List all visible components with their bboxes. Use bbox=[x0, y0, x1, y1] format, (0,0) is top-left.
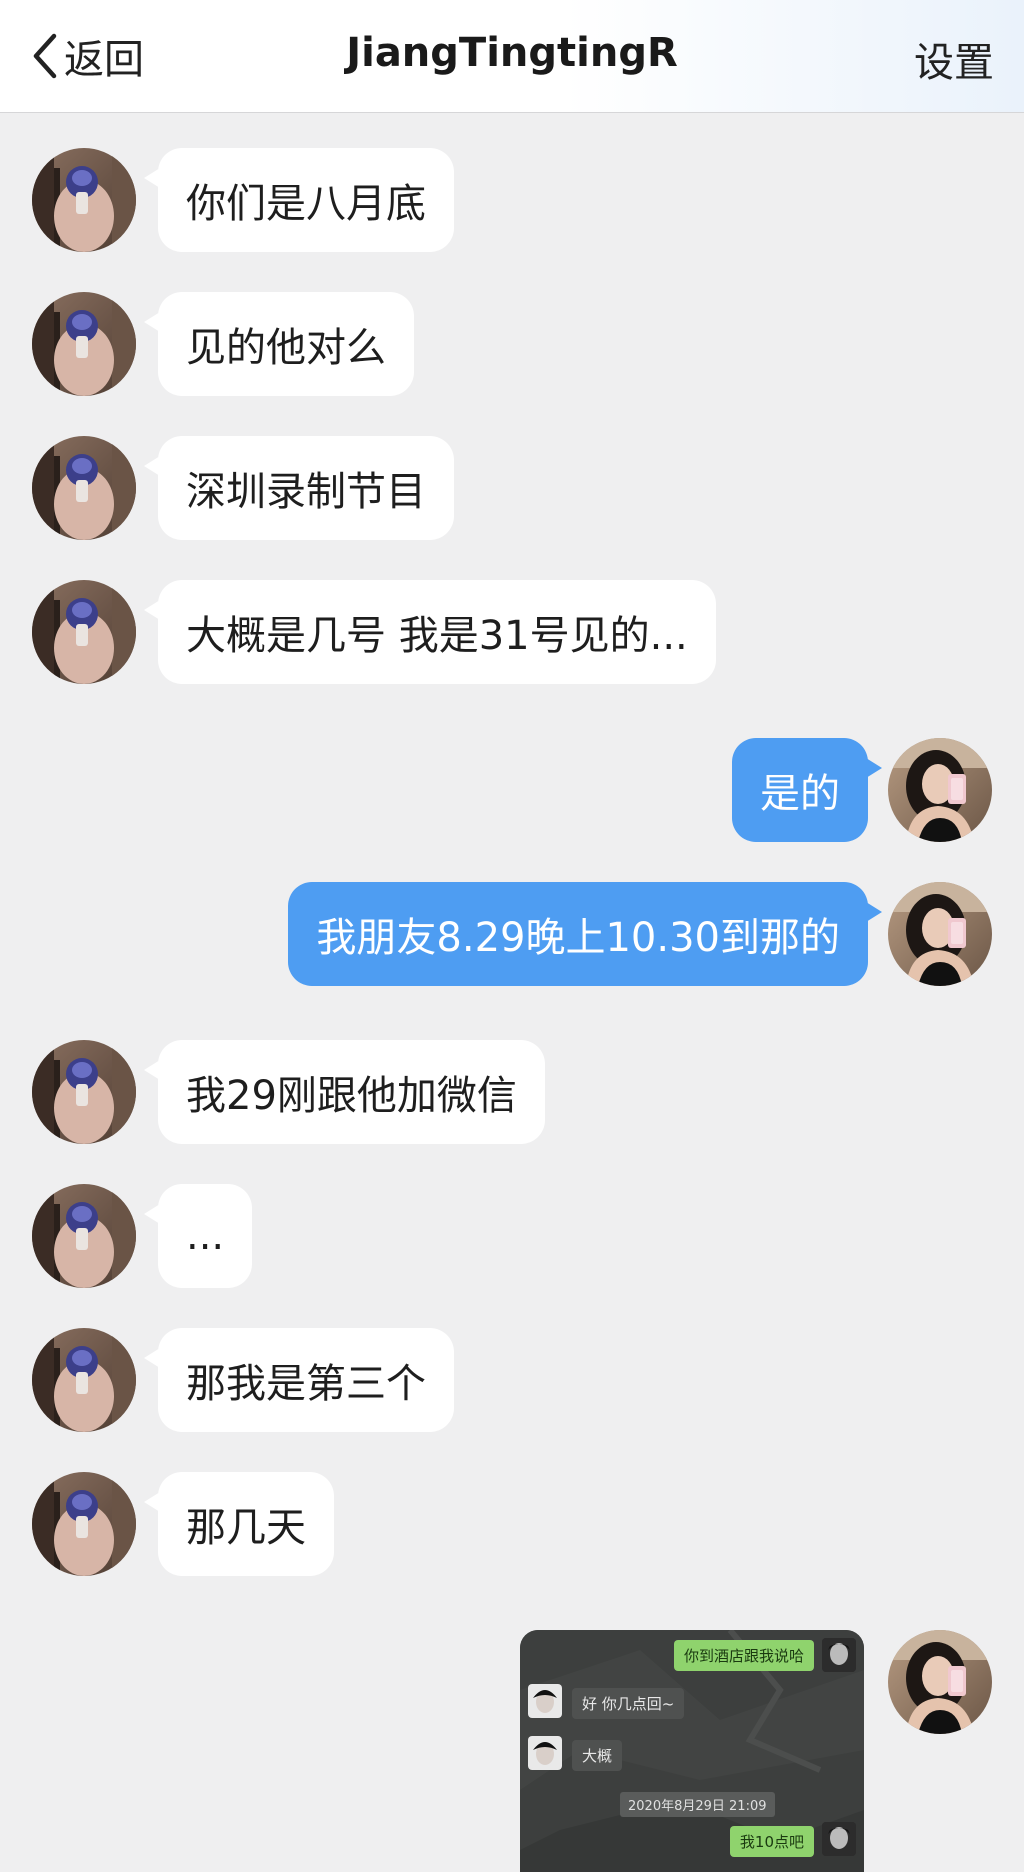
message-text: 那我是第三个 bbox=[186, 1361, 426, 1407]
contact-avatar[interactable] bbox=[32, 436, 136, 540]
screenshot-bubble-right: 我10点吧 bbox=[729, 1826, 814, 1857]
message-text: ... bbox=[186, 1213, 225, 1259]
screenshot-text: 我10点吧 bbox=[739, 1833, 804, 1851]
incoming-message[interactable]: 你们是八月底 bbox=[144, 148, 454, 252]
incoming-message[interactable]: 见的他对么 bbox=[144, 292, 414, 396]
message-text: 见的他对么 bbox=[186, 325, 386, 371]
my-avatar[interactable] bbox=[888, 738, 992, 842]
my-avatar[interactable] bbox=[888, 1630, 992, 1734]
contact-avatar[interactable] bbox=[32, 1328, 136, 1432]
incoming-message[interactable]: 深圳录制节目 bbox=[144, 436, 454, 540]
message-text: 我29刚跟他加微信 bbox=[186, 1073, 517, 1119]
screenshot-avatar bbox=[822, 1638, 856, 1672]
contact-avatar[interactable] bbox=[32, 1184, 136, 1288]
message-text: 我朋友8.29晚上10.30到那的 bbox=[316, 915, 840, 961]
screenshot-text: 2020年8月29日 21:09 bbox=[628, 1799, 767, 1814]
screenshot-avatar bbox=[528, 1736, 562, 1770]
screenshot-bubble-left: 好 你几点回~ bbox=[572, 1688, 685, 1719]
outgoing-message[interactable]: 我朋友8.29晚上10.30到那的 bbox=[288, 882, 882, 986]
message-text: 那几天 bbox=[186, 1505, 306, 1551]
screenshot-text: 你到酒店跟我说哈 bbox=[683, 1647, 804, 1665]
screenshot-timestamp: 2020年8月29日 21:09 bbox=[620, 1792, 775, 1817]
screenshot-avatar bbox=[822, 1822, 856, 1856]
message-text: 大概是几号 我是31号见的... bbox=[186, 613, 688, 659]
screenshot-bubble-left: 大概 bbox=[572, 1740, 623, 1771]
incoming-message[interactable]: 那几天 bbox=[144, 1472, 334, 1576]
contact-avatar[interactable] bbox=[32, 1040, 136, 1144]
contact-avatar[interactable] bbox=[32, 148, 136, 252]
screenshot-avatar bbox=[528, 1684, 562, 1718]
chat-title: JiangTingtingR bbox=[346, 30, 678, 76]
contact-avatar[interactable] bbox=[32, 580, 136, 684]
nav-bar: 返回 JiangTingtingR 设置 bbox=[0, 0, 1024, 113]
incoming-message[interactable]: 我29刚跟他加微信 bbox=[144, 1040, 545, 1144]
image-message[interactable]: 你到酒店跟我说哈 好 你几点回~ 大概 2020年8月29日 21:09 我10… bbox=[520, 1630, 864, 1872]
my-avatar[interactable] bbox=[888, 882, 992, 986]
incoming-message[interactable]: 那我是第三个 bbox=[144, 1328, 454, 1432]
screenshot-bubble-right: 你到酒店跟我说哈 bbox=[673, 1640, 814, 1671]
screenshot-text: 好 你几点回~ bbox=[582, 1695, 675, 1713]
outgoing-message[interactable]: 是的 bbox=[732, 738, 882, 842]
message-text: 深圳录制节目 bbox=[186, 469, 426, 515]
incoming-message[interactable]: ... bbox=[143, 1184, 253, 1288]
message-text: 是的 bbox=[760, 771, 840, 817]
screenshot-text: 大概 bbox=[582, 1747, 613, 1765]
contact-avatar[interactable] bbox=[32, 292, 136, 396]
message-text: 你们是八月底 bbox=[186, 181, 426, 227]
settings-button[interactable]: 设置 bbox=[914, 30, 994, 88]
incoming-message[interactable]: 大概是几号 我是31号见的... bbox=[144, 580, 716, 684]
contact-avatar[interactable] bbox=[32, 1472, 136, 1576]
